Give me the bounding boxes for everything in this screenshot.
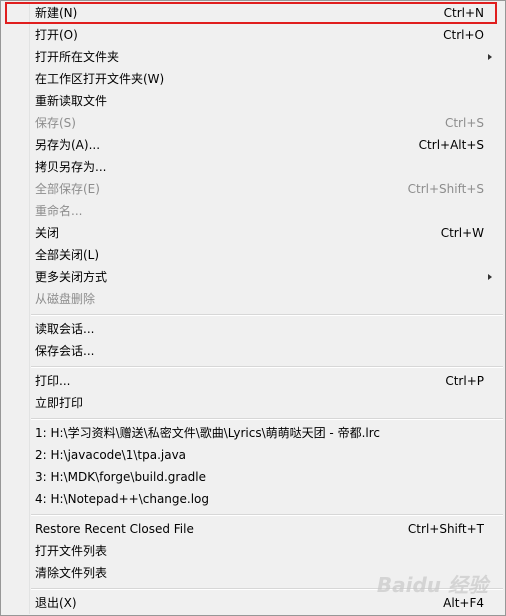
- menu-item-label: 拷贝另存为...: [35, 160, 107, 174]
- menu-item-label: 2: H:\javacode\1\tpa.java: [35, 448, 187, 462]
- menu-item-rename[interactable]: 重命名...: [1, 200, 505, 222]
- menu-item-label: 打开(O): [35, 28, 78, 42]
- menu-item-save[interactable]: 保存(S) Ctrl+S: [1, 112, 505, 134]
- menu-item-label: 读取会话...: [35, 322, 95, 336]
- menu-item-label: 清除文件列表: [35, 566, 108, 580]
- menu-item-recent-file-3[interactable]: 3: H:\MDK\forge\build.gradle: [1, 466, 505, 488]
- highlight-box: [5, 2, 497, 24]
- menu-item-label: 重命名...: [35, 204, 83, 218]
- menu-item-shortcut: Ctrl+Shift+T: [407, 522, 484, 536]
- menu-item-restore-recent-closed[interactable]: Restore Recent Closed File Ctrl+Shift+T: [1, 518, 505, 540]
- menu-item-print-now[interactable]: 立即打印: [1, 392, 505, 414]
- menu-item-save-session[interactable]: 保存会话...: [1, 340, 505, 362]
- menu-item-label: 关闭: [35, 226, 60, 240]
- menu-item-label: 重新读取文件: [35, 94, 108, 108]
- file-menu: 新建(N) Ctrl+N 打开(O) Ctrl+O 打开所在文件夹 在工作区打开…: [0, 0, 506, 616]
- menu-item-close-more[interactable]: 更多关闭方式: [1, 266, 505, 288]
- menu-item-label: Restore Recent Closed File: [35, 522, 194, 536]
- menu-item-close-all[interactable]: 全部关闭(L): [1, 244, 505, 266]
- menu-separator: [31, 514, 503, 516]
- menu-item-label: 更多关闭方式: [35, 270, 108, 284]
- menu-item-save-copy-as[interactable]: 拷贝另存为...: [1, 156, 505, 178]
- menu-separator: [31, 418, 503, 420]
- menu-item-label: 4: H:\Notepad++\change.log: [35, 492, 210, 506]
- menu-item-open-folder-workspace[interactable]: 在工作区打开文件夹(W): [1, 68, 505, 90]
- menu-item-label: 打开所在文件夹: [35, 50, 120, 64]
- menu-item-label: 从磁盘删除: [35, 292, 96, 306]
- menu-item-label: 保存会话...: [35, 344, 95, 358]
- menu-item-shortcut: Ctrl+S: [444, 116, 484, 130]
- menu-item-close[interactable]: 关闭 Ctrl+W: [1, 222, 505, 244]
- menu-item-label: 在工作区打开文件夹(W): [35, 72, 165, 86]
- menu-item-label: 另存为(A)...: [35, 138, 101, 152]
- menu-separator: [31, 314, 503, 316]
- menu-item-recent-file-2[interactable]: 2: H:\javacode\1\tpa.java: [1, 444, 505, 466]
- menu-item-recent-file-4[interactable]: 4: H:\Notepad++\change.log: [1, 488, 505, 510]
- menu-item-label: 打印...: [35, 374, 71, 388]
- menu-item-shortcut: Ctrl+P: [445, 374, 484, 388]
- menu-item-save-as[interactable]: 另存为(A)... Ctrl+Alt+S: [1, 134, 505, 156]
- menu-item-label: 全部保存(E): [35, 182, 100, 196]
- menu-item-save-all[interactable]: 全部保存(E) Ctrl+Shift+S: [1, 178, 505, 200]
- submenu-arrow-icon: [488, 54, 492, 60]
- submenu-arrow-icon: [488, 274, 492, 280]
- menu-separator: [31, 366, 503, 368]
- menu-item-load-session[interactable]: 读取会话...: [1, 318, 505, 340]
- menu-item-shortcut: Ctrl+O: [443, 28, 484, 42]
- menu-item-print[interactable]: 打印... Ctrl+P: [1, 370, 505, 392]
- menu-item-label: 打开文件列表: [35, 544, 108, 558]
- menu-item-label: 3: H:\MDK\forge\build.gradle: [35, 470, 206, 484]
- menu-item-label: 1: H:\学习资料\赠送\私密文件\歌曲\Lyrics\萌萌哒天团 - 帝都.…: [35, 426, 380, 440]
- menu-item-shortcut: Ctrl+Shift+S: [407, 182, 484, 196]
- menu-item-label: 退出(X): [35, 596, 77, 610]
- menu-item-shortcut: Ctrl+W: [440, 226, 484, 240]
- menu-item-label: 立即打印: [35, 396, 84, 410]
- menu-item-open-file-list[interactable]: 打开文件列表: [1, 540, 505, 562]
- menu-item-shortcut: Ctrl+Alt+S: [418, 138, 484, 152]
- menu-item-label: 全部关闭(L): [35, 248, 100, 262]
- menu-item-delete-from-disk[interactable]: 从磁盘删除: [1, 288, 505, 310]
- menu-item-recent-file-1[interactable]: 1: H:\学习资料\赠送\私密文件\歌曲\Lyrics\萌萌哒天团 - 帝都.…: [1, 422, 505, 444]
- menu-item-open[interactable]: 打开(O) Ctrl+O: [1, 24, 505, 46]
- baidu-watermark: Baidu 经验: [376, 573, 488, 597]
- menu-item-open-containing-folder[interactable]: 打开所在文件夹: [1, 46, 505, 68]
- menu-item-reload[interactable]: 重新读取文件: [1, 90, 505, 112]
- menu-item-label: 保存(S): [35, 116, 76, 130]
